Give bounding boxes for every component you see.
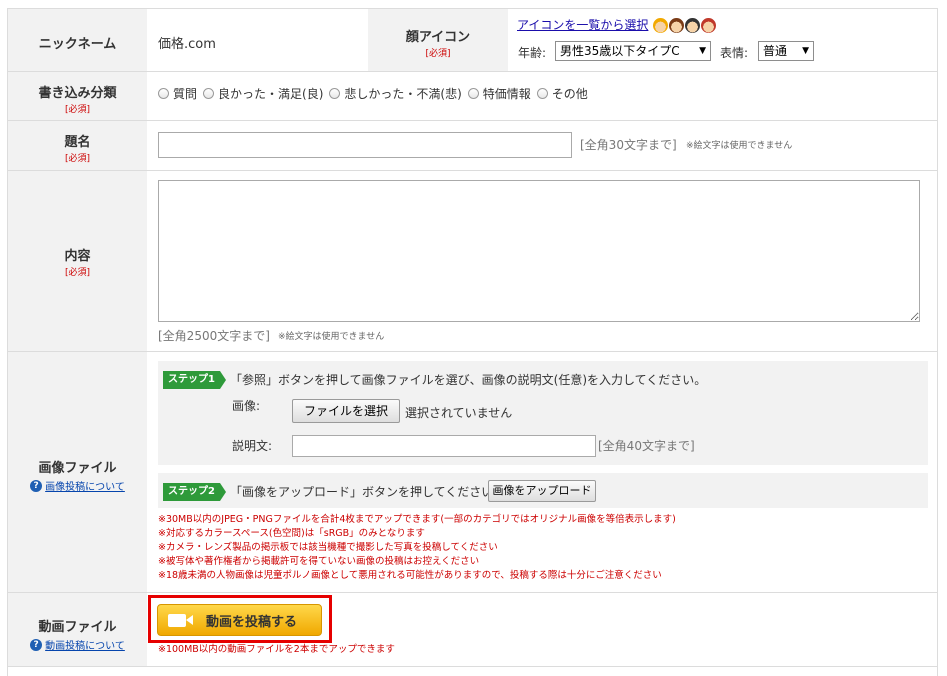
face-icon-label: 顔アイコン	[405, 30, 471, 45]
age-label: 年齢:	[518, 46, 547, 60]
description-label: 説明文:	[232, 439, 273, 453]
image-note: ※カメラ・レンズ製品の掲示板では該当機種で撮影した写真を投稿してください	[158, 542, 498, 553]
description-input[interactable]	[292, 435, 596, 457]
category-required: [必須]	[64, 105, 91, 115]
face-icon-girl[interactable]	[669, 18, 685, 33]
content-label-cell: 内容 [必須]	[8, 171, 147, 351]
face-icon-required: [必須]	[425, 49, 451, 59]
step1-text: 「参照」ボタンを押して画像ファイルを選び、画像の説明文(任意)を入力してください…	[230, 373, 707, 387]
image-note: ※対応するカラースペース(色空間)は「sRGB」のみとなります	[158, 528, 425, 539]
post-video-label: 動画を投稿する	[206, 614, 298, 630]
face-icon-woman[interactable]	[701, 18, 717, 33]
radio-label: 悲しかった・不満(悲)	[344, 87, 462, 101]
image-help-link[interactable]: 画像投稿について	[45, 478, 125, 493]
content-label: 内容	[64, 249, 91, 264]
video-file-label: 動画ファイル	[38, 620, 117, 635]
image-note: ※18歳未満の人物画像は児童ポルノ画像として悪用される可能性がありますので、投稿…	[158, 570, 662, 581]
expression-select-value: 普通	[763, 44, 788, 58]
title-limit: [全角30文字まで]	[580, 138, 677, 152]
category-radio-group: 質問 良かった・満足(良) 悲しかった・不満(悲) 特価情報 その他	[158, 85, 594, 102]
content-required: [必須]	[64, 268, 91, 278]
expression-label: 表情:	[720, 46, 749, 60]
expression-select[interactable]: 普通 ▼	[758, 41, 814, 61]
video-camera-lens	[186, 614, 193, 625]
image-notes: ※30MB以内のJPEG・PNGファイルを合計4枚までアップできます(一部のカテ…	[158, 513, 928, 583]
category-radio-deal[interactable]: 特価情報	[467, 85, 531, 102]
title-emoji-note: ※絵文字は使用できません	[686, 141, 793, 151]
image-note: ※30MB以内のJPEG・PNGファイルを合計4枚までアップできます(一部のカテ…	[158, 514, 676, 525]
post-video-button[interactable]: 動画を投稿する	[157, 604, 322, 636]
chevron-down-icon: ▼	[802, 46, 809, 56]
category-radio-good[interactable]: 良かった・満足(良)	[203, 85, 323, 102]
title-required: [必須]	[64, 154, 91, 164]
file-select-button[interactable]: ファイルを選択	[292, 399, 400, 423]
image-help[interactable]: ? 画像投稿について	[30, 478, 125, 493]
title-label-cell: 題名 [必須]	[8, 121, 147, 170]
image-file-label-cell: 画像ファイル ? 画像投稿について	[8, 352, 147, 592]
nickname-label: ニックネーム	[38, 37, 117, 52]
age-select[interactable]: 男性35歳以下タイプC ▼	[555, 41, 711, 61]
image-label: 画像:	[232, 399, 261, 413]
radio-circle	[536, 88, 548, 99]
video-help-link[interactable]: 動画投稿について	[45, 637, 125, 652]
face-icon-man[interactable]	[685, 18, 701, 33]
image-file-label: 画像ファイル	[38, 461, 117, 476]
category-radio-other[interactable]: その他	[536, 85, 588, 102]
description-limit: [全角40文字まで]	[598, 439, 695, 453]
image-note: ※被写体や著作権者から掲載許可を得ていない画像の投稿はお控えください	[158, 556, 480, 567]
nickname-label-cell: ニックネーム	[8, 9, 147, 71]
content-limit: [全角2500文字まで]	[158, 329, 270, 343]
radio-label: 質問	[173, 87, 198, 101]
radio-circle	[467, 88, 479, 99]
question-icon: ?	[30, 479, 43, 492]
content-emoji-note: ※絵文字は使用できません	[278, 332, 385, 342]
video-camera-icon	[168, 613, 193, 627]
step1-badge: ステップ1	[163, 371, 226, 389]
category-label-cell: 書き込み分類 [必須]	[8, 72, 147, 120]
step2-text: 「画像をアップロード」ボタンを押してください。	[230, 485, 506, 499]
face-icon-boy[interactable]	[653, 18, 669, 33]
face-icon-select-row: アイコンを一覧から選択	[517, 16, 717, 33]
radio-circle	[329, 88, 341, 99]
file-status: 選択されていません	[405, 406, 513, 420]
video-file-label-cell: 動画ファイル ? 動画投稿について	[8, 593, 147, 666]
radio-label: その他	[551, 87, 588, 101]
radio-circle	[203, 88, 215, 99]
step2-badge: ステップ2	[163, 483, 226, 501]
face-icon-label-cell: 顔アイコン [必須]	[368, 9, 508, 71]
upload-image-button[interactable]: 画像をアップロード	[488, 480, 596, 502]
radio-label: 特価情報	[482, 87, 531, 101]
video-help[interactable]: ? 動画投稿について	[30, 637, 125, 652]
content-textarea[interactable]	[158, 180, 920, 322]
category-radio-bad[interactable]: 悲しかった・不満(悲)	[329, 85, 462, 102]
radio-label: 良かった・満足(良)	[218, 87, 324, 101]
radio-circle	[158, 88, 169, 99]
question-icon: ?	[30, 638, 43, 651]
chevron-down-icon: ▼	[699, 46, 706, 56]
age-select-value: 男性35歳以下タイプC	[560, 44, 680, 58]
video-note: ※100MB以内の動画ファイルを2本までアップできます	[158, 644, 395, 655]
title-label: 題名	[64, 135, 91, 150]
category-label: 書き込み分類	[38, 86, 117, 101]
nickname-value: 価格.com	[158, 37, 216, 52]
category-radio-question[interactable]: 質問	[158, 85, 197, 102]
title-input[interactable]	[158, 132, 572, 158]
face-icon-select-link[interactable]: アイコンを一覧から選択	[517, 18, 648, 32]
